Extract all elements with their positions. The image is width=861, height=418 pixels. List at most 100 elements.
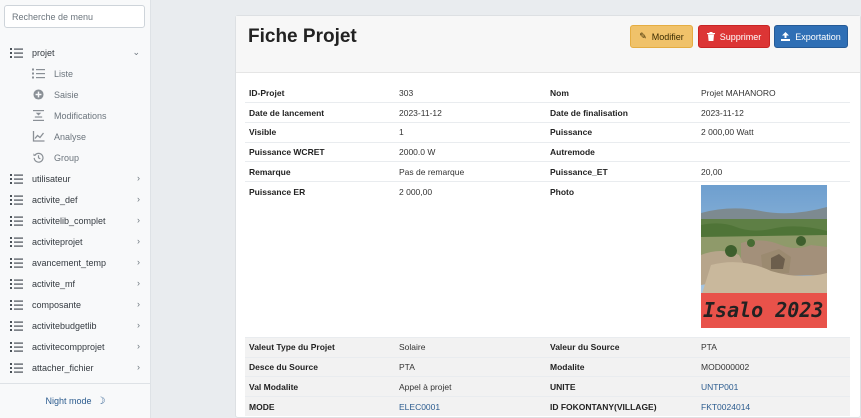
field-label: Val Modalite [245, 376, 395, 397]
field-value-link[interactable]: FKT0024014 [697, 396, 850, 417]
field-label: Visible [245, 121, 395, 143]
sidebar-subitem-saisie[interactable]: Saisie [0, 84, 151, 105]
export-button-label: Exportation [795, 31, 841, 42]
night-mode-label: Night mode [45, 396, 92, 406]
project-photo[interactable]: Isalo 2023 [701, 184, 827, 328]
field-label: MODE [245, 396, 395, 417]
sidebar-item-activite-def[interactable]: activite_def › [0, 189, 151, 210]
field-value: 2000.0 W [395, 141, 546, 162]
sidebar-subitem-analyse[interactable]: Analyse [0, 126, 151, 147]
list-icon [10, 278, 23, 289]
project-details-table: ID-Projet 303 Nom Projet MAHANORO Date d… [245, 83, 850, 417]
field-label: ID FOKONTANY(VILLAGE) [546, 396, 697, 417]
edit-button[interactable]: ✎ Modifier [630, 25, 693, 48]
trash-icon [706, 32, 715, 41]
sidebar-item-activitebudgetlib[interactable]: activitebudgetlib › [0, 315, 151, 336]
card-header: Fiche Projet ✎ Modifier Supprimer Export… [236, 16, 860, 73]
field-label: Valeut Type du Projet [245, 336, 395, 358]
list-icon [10, 341, 23, 352]
table-row: MODE ELEC0001 ID FOKONTANY(VILLAGE) FKT0… [245, 396, 850, 417]
plus-circle-icon [33, 89, 44, 100]
compress-icon [33, 110, 44, 121]
sidebar-item-activite-mf[interactable]: activite_mf › [0, 273, 151, 294]
field-label: Modalite [546, 356, 697, 377]
chevron-right-icon: › [137, 173, 140, 183]
sidebar-subitem-label: Modifications [54, 110, 107, 121]
list-icon [10, 257, 23, 268]
field-value: PTA [697, 336, 850, 358]
sidebar-item-composante[interactable]: composante › [0, 294, 151, 315]
sidebar-subitem-group[interactable]: Group [0, 147, 151, 168]
export-button[interactable]: Exportation [774, 25, 848, 48]
sidebar-subitem-label: Liste [54, 68, 74, 79]
sidebar-item-label: activitecompprojet [32, 341, 105, 352]
sidebar-item-label: attacher_fichier [32, 362, 94, 373]
field-label: ID-Projet [249, 87, 285, 98]
history-icon [33, 152, 44, 163]
field-value: Solaire [395, 336, 546, 358]
chevron-right-icon: › [137, 278, 140, 288]
field-value: PTA [395, 356, 546, 377]
table-row: ID-Projet 303 Nom Projet MAHANORO [245, 83, 850, 103]
chevron-right-icon: › [137, 299, 140, 309]
sidebar-item-avancement-temp[interactable]: avancement_temp › [0, 252, 151, 273]
list-icon [10, 362, 23, 373]
list-icon [10, 236, 23, 247]
photo-caption: Isalo 2023 [701, 292, 827, 328]
moon-icon: ☽ [96, 395, 106, 407]
sidebar-menu: projet ⌄ Liste Saisie Modifications Anal… [0, 42, 151, 378]
sidebar-item-activitecompprojet[interactable]: activitecompprojet › [0, 336, 151, 357]
chevron-right-icon: › [137, 341, 140, 351]
chevron-right-icon: › [137, 257, 140, 267]
field-value: 2023-11-12 [697, 102, 850, 123]
sidebar-item-attacher-fichier[interactable]: attacher_fichier › [0, 357, 151, 378]
field-value [697, 141, 850, 162]
sidebar-subitem-modifications[interactable]: Modifications [0, 105, 151, 126]
sidebar-item-utilisateur[interactable]: utilisateur › [0, 168, 151, 189]
night-mode-toggle[interactable]: Night mode ☽ [0, 383, 151, 418]
field-label: Desce du Source [245, 356, 395, 377]
sidebar-item-label: activiteprojet [32, 236, 83, 247]
field-value-link[interactable]: ELEC0001 [395, 396, 546, 417]
field-label: Nom [550, 87, 569, 98]
chevron-right-icon: › [137, 362, 140, 372]
sidebar-item-label: utilisateur [32, 173, 71, 184]
chevron-right-icon: › [137, 215, 140, 225]
field-label: Photo [546, 180, 697, 338]
field-label: Valeur du Source [546, 336, 697, 358]
field-label: Remarque [245, 161, 395, 182]
chevron-down-icon: ⌄ [132, 47, 140, 57]
field-value: Appel à projet [395, 376, 546, 397]
project-card: Fiche Projet ✎ Modifier Supprimer Export… [235, 15, 861, 418]
delete-button[interactable]: Supprimer [698, 25, 770, 48]
sidebar-item-activiteprojet[interactable]: activiteprojet › [0, 231, 151, 252]
field-label: Puissance_ET [546, 161, 697, 182]
table-row: Puissance WCRET 2000.0 W Autremode [245, 141, 850, 162]
table-row: Puissance ER 2 000,00 Photo Isalo 2023 [245, 180, 850, 338]
table-row: Valeut Type du Projet Solaire Valeur du … [245, 336, 850, 358]
chevron-right-icon: › [137, 320, 140, 330]
sidebar-item-label: avancement_temp [32, 257, 107, 268]
table-row: Val Modalite Appel à projet UNITE UNTP00… [245, 376, 850, 397]
sidebar: projet ⌄ Liste Saisie Modifications Anal… [0, 0, 151, 418]
search-input[interactable] [4, 5, 145, 28]
field-value: Projet MAHANORO [701, 87, 776, 98]
field-label: UNITE [546, 376, 697, 397]
sidebar-item-label: projet [32, 47, 55, 58]
sidebar-item-label: activitebudgetlib [32, 320, 97, 331]
sidebar-item-label: activite_mf [32, 278, 76, 289]
field-value-link[interactable]: UNTP001 [697, 376, 850, 397]
field-value: 2 000,00 Watt [697, 121, 850, 143]
chevron-right-icon: › [137, 236, 140, 246]
upload-icon [781, 32, 791, 41]
pencil-icon: ✎ [639, 31, 647, 41]
chevron-right-icon: › [137, 194, 140, 204]
sidebar-item-activitelib-complet[interactable]: activitelib_complet › [0, 210, 151, 231]
sidebar-item-projet[interactable]: projet ⌄ [0, 42, 151, 63]
sidebar-subitem-liste[interactable]: Liste [0, 63, 151, 84]
photo-cell: Isalo 2023 [697, 180, 850, 338]
field-value: Pas de remarque [395, 161, 546, 182]
field-label: Puissance WCRET [245, 141, 395, 162]
field-value: 2023-11-12 [395, 102, 546, 123]
field-label: Puissance ER [245, 180, 395, 338]
